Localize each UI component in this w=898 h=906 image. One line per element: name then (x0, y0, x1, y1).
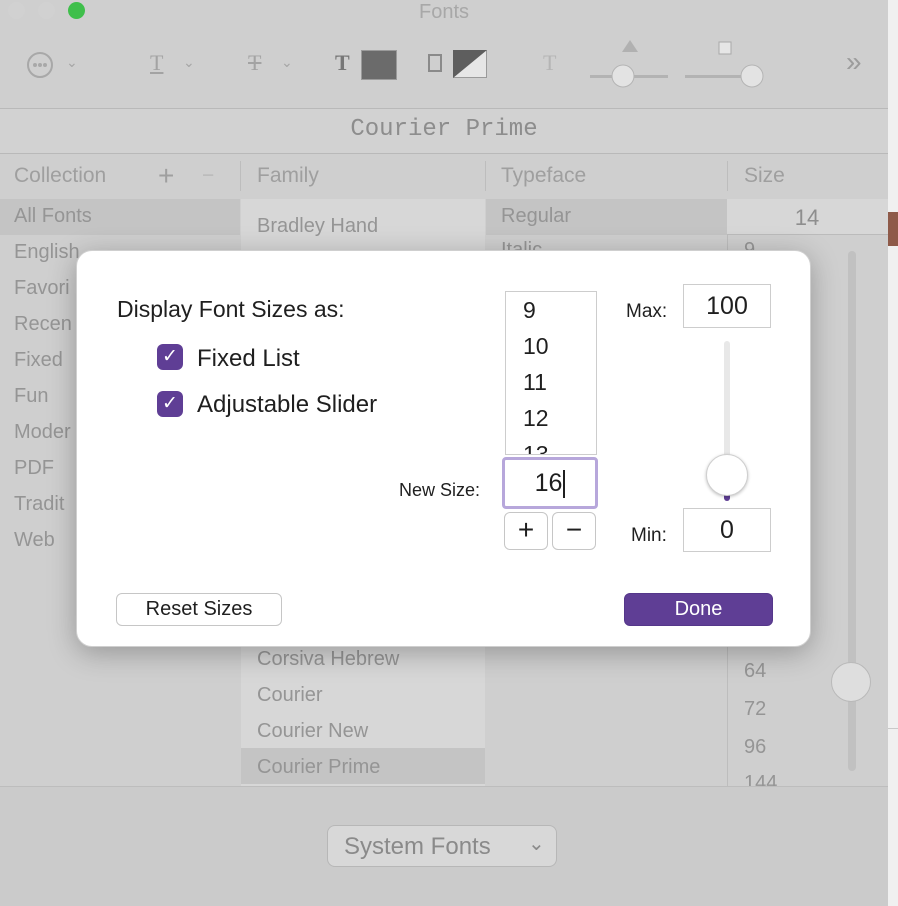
action-menu-icon[interactable] (27, 52, 53, 78)
background-divider (888, 728, 898, 729)
toolbar: ⌄ T ⌄ T ⌄ T T » (0, 24, 888, 109)
document-color-icon[interactable] (428, 54, 442, 72)
family-item[interactable]: Courier (257, 684, 323, 707)
column-separator (727, 161, 728, 191)
background-color-swatch (888, 212, 898, 246)
max-label: Max: (626, 301, 668, 322)
family-item[interactable]: Courier New (257, 720, 368, 743)
font-sizes-dialog: Display Font Sizes as: ✓ Fixed List ✓ Ad… (76, 250, 811, 647)
font-size-list-item[interactable]: 9 (506, 292, 596, 328)
text-underline-icon[interactable]: T (150, 50, 163, 76)
chevron-down-icon[interactable]: ⌄ (183, 54, 195, 71)
collection-popup-button[interactable]: System Fonts ⌄ (327, 825, 557, 867)
text-cursor (563, 470, 566, 499)
collection-item[interactable]: English (14, 241, 80, 264)
window-footer: System Fonts ⌄ (0, 786, 888, 906)
size-list-item[interactable]: 96 (744, 736, 766, 759)
remove-collection-button[interactable]: − (202, 153, 214, 199)
new-size-value: 16 (534, 469, 563, 497)
collection-item[interactable]: Web (14, 529, 55, 552)
font-size-list-item[interactable]: 11 (506, 364, 596, 400)
font-size-list-item[interactable]: 12 (506, 400, 596, 436)
reset-sizes-button[interactable]: Reset Sizes (116, 593, 282, 626)
text-shadow-icon[interactable]: T (543, 50, 556, 76)
window-title: Fonts (418, 1, 470, 23)
size-field[interactable]: 14 (727, 199, 888, 235)
text-color-swatch[interactable] (361, 50, 397, 80)
background-window-strip (888, 0, 898, 906)
adjustable-slider-checkbox[interactable]: ✓ (157, 391, 183, 417)
collection-item[interactable]: Favori (14, 277, 70, 300)
family-item[interactable]: Courier Prime (257, 756, 380, 779)
font-size-list-item[interactable]: 13 (506, 436, 596, 454)
min-label: Min: (631, 525, 667, 546)
column-separator (240, 161, 241, 191)
overflow-chevron-icon[interactable]: » (846, 46, 862, 78)
new-size-field[interactable]: 16 (502, 457, 598, 509)
fixed-list-label[interactable]: Fixed List (197, 345, 300, 373)
typeface-item[interactable]: Regular (501, 205, 571, 228)
collection-item[interactable]: PDF (14, 457, 54, 480)
size-list-item[interactable]: 72 (744, 698, 766, 721)
font-size-list-item[interactable]: 10 (506, 328, 596, 364)
collection-item[interactable]: All Fonts (14, 205, 92, 228)
dialog-heading: Display Font Sizes as: (117, 296, 345, 322)
size-header: Size (744, 164, 785, 187)
collection-item[interactable]: Recen (14, 313, 72, 336)
fixed-list-checkbox[interactable]: ✓ (157, 344, 183, 370)
font-preview: Courier Prime (0, 109, 888, 153)
size-field-value: 14 (794, 205, 820, 230)
typeface-header: Typeface (501, 164, 587, 187)
done-button[interactable]: Done (624, 593, 773, 626)
shadow-blur-slider[interactable] (685, 38, 765, 88)
chevron-down-icon[interactable]: ⌄ (281, 54, 293, 71)
collection-item[interactable]: Fun (14, 385, 48, 408)
shadow-opacity-slider[interactable] (590, 38, 670, 88)
family-header: Family (257, 164, 319, 187)
collection-item[interactable]: Tradit (14, 493, 64, 516)
new-size-label: New Size: (399, 480, 481, 500)
add-size-button[interactable]: + (504, 512, 548, 550)
size-list-item[interactable]: 64 (744, 660, 766, 683)
size-slider-knob[interactable] (831, 662, 871, 702)
remove-size-button[interactable]: − (552, 512, 596, 550)
family-item[interactable]: Corsiva Hebrew (257, 648, 399, 671)
family-item[interactable]: Bradley Hand (257, 215, 378, 238)
collection-item[interactable]: Moder (14, 421, 71, 444)
column-separator (485, 161, 486, 191)
text-strikethrough-icon[interactable]: T (248, 50, 261, 76)
min-size-field[interactable]: 0 (683, 508, 771, 552)
chevron-down-icon: ⌄ (528, 833, 545, 855)
collection-item[interactable]: Fixed (14, 349, 63, 372)
text-color-icon[interactable]: T (335, 50, 350, 76)
collection-popup-label: System Fonts (344, 833, 491, 860)
title-bar: Fonts (0, 0, 888, 24)
chevron-down-icon[interactable]: ⌄ (66, 54, 78, 71)
adjustable-slider-label[interactable]: Adjustable Slider (197, 391, 377, 419)
document-color-swatch[interactable] (453, 50, 487, 78)
max-size-field[interactable]: 100 (683, 284, 771, 328)
add-collection-button[interactable]: + (158, 153, 174, 199)
size-range-slider-knob[interactable] (706, 454, 748, 496)
collection-header: Collection (14, 164, 107, 187)
font-size-list[interactable]: 9 10 11 12 13 (505, 291, 597, 455)
